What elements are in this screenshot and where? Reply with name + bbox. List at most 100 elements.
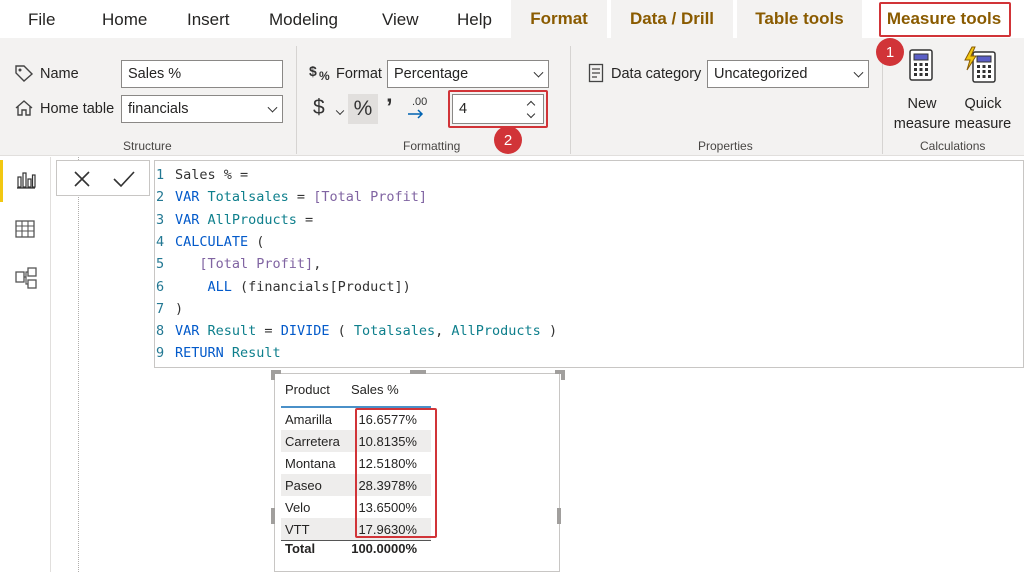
menu-insert[interactable]: Insert [187,10,230,30]
table-visual[interactable]: Product Sales % Amarilla 16.6577% Carrete… [271,370,565,572]
menu-help[interactable]: Help [457,10,492,30]
check-icon[interactable] [112,169,136,189]
formula-token: ) [540,323,558,340]
formula-line[interactable]: 9 RETURN Result [155,342,281,364]
group-label-structure: Structure [123,139,172,153]
percent-button[interactable]: % [348,94,378,124]
data-category-icon [588,63,604,83]
comma-style-button[interactable]: ’ [386,94,393,122]
menu-view[interactable]: View [382,10,419,30]
menu-home[interactable]: Home [102,10,147,30]
bar-chart-icon[interactable] [15,170,37,190]
decimal-label: .00 [412,96,428,108]
format-value: Percentage [394,66,469,82]
formula-token: financials[Product] [248,278,403,295]
highlight-decimal-places [448,90,548,128]
formula-token: ( [329,323,354,340]
resize-handle[interactable] [557,508,561,524]
formula-line[interactable]: 8 VAR Result = DIVIDE ( Totalsales, AllPr… [155,320,557,342]
formula-token: RETURN [175,345,232,362]
model-icon[interactable] [14,266,38,290]
line-number: 1 [156,167,165,183]
cell-product: Paseo [285,477,322,493]
quick-measure-label-1: Quick [964,96,1002,112]
line-number: 7 [156,300,165,317]
chevron-down-icon [853,67,864,78]
formula-token: DIVIDE [280,323,330,340]
formula-token [175,256,199,272]
pane-divider [50,157,51,572]
line-number: 3 [156,211,165,228]
column-header-product[interactable]: Product [285,382,330,397]
tag-icon [15,65,34,82]
formula-line[interactable]: 3 VAR AllProducts = [155,209,313,231]
separator [570,46,571,154]
close-icon[interactable] [72,169,92,189]
quick-measure-button[interactable]: Quick measure [953,44,1013,132]
new-measure-label-2: measure [893,116,951,132]
home-table-value: financials [128,101,189,117]
formula-token: ( [231,278,249,295]
resize-handle[interactable] [561,370,565,380]
chevron-down-icon [533,67,544,78]
svg-text:$: $ [309,63,317,79]
canvas-guide [78,157,79,572]
formula-line[interactable]: 5 [Total Profit], [155,253,321,275]
format-label: Format [336,66,382,82]
formula-line[interactable]: 4 CALCULATE ( [155,231,264,253]
formula-token: ALL [207,278,232,295]
chevron-down-icon[interactable] [335,106,345,116]
formula-token: = [288,189,314,206]
formula-token: , [313,256,322,273]
formula-token: AllProducts [207,211,297,228]
name-input[interactable]: Sales % [121,60,283,88]
resize-handle[interactable] [271,508,275,524]
line-number: 5 [156,256,165,273]
home-table-label: Home table [40,101,115,117]
data-category-value: Uncategorized [714,66,808,82]
dax-formula-editor[interactable]: 1 Sales % = 2 VAR Totalsales = [Total Profi… [154,160,1024,368]
arrow-right-icon [408,109,424,119]
cell-product: Montana [285,455,336,471]
format-select[interactable]: Percentage [387,60,549,88]
home-icon [15,100,33,116]
svg-text:%: % [319,69,330,82]
formula-line[interactable]: 7) [155,298,183,320]
new-measure-label-1: New [907,96,937,112]
column-header-sales-pct[interactable]: Sales % [351,382,399,397]
formula-token: VAR [175,189,208,206]
tab-format[interactable]: Format [511,0,607,38]
menu-modeling[interactable]: Modeling [269,10,338,30]
formula-token: CALCULATE [175,233,249,250]
formula-token [175,279,208,295]
formula-token: Result [231,345,281,362]
group-label-formatting: Formatting [403,139,461,153]
resize-handle[interactable] [271,370,275,380]
line-number: 9 [156,345,165,362]
formula-line[interactable]: 2 VAR Totalsales = [Total Profit] [155,186,427,208]
active-view-indicator [0,160,3,202]
group-label-calculations: Calculations [920,139,986,153]
formula-token: = [256,323,281,340]
formula-line[interactable]: 6 ALL (financials[Product]) [155,276,411,298]
highlight-measure-tools [879,2,1011,37]
chevron-down-icon [267,102,278,113]
resize-handle[interactable] [410,370,426,374]
formula-token: VAR [175,323,208,340]
decimal-button[interactable]: .00 [406,96,432,122]
formula-line[interactable]: 1 Sales % = [155,164,248,186]
quick-measure-label-2: measure [954,116,1012,132]
data-category-select[interactable]: Uncategorized [707,60,869,88]
tab-table-tools[interactable]: Table tools [737,0,862,38]
menu-file[interactable]: File [28,10,55,30]
cell-total-label: Total [285,540,316,556]
formula-token: AllProducts [451,323,541,340]
formula-actions [56,160,150,196]
currency-button[interactable]: $ [313,96,325,120]
formula-token: [Total Profit] [313,189,427,206]
home-table-select[interactable]: financials [121,95,283,123]
tab-data-drill[interactable]: Data / Drill [611,0,733,38]
annotation-badge-1: 1 [876,38,904,66]
table-grid-icon[interactable] [14,219,36,239]
cell-product: VTT [285,521,310,537]
